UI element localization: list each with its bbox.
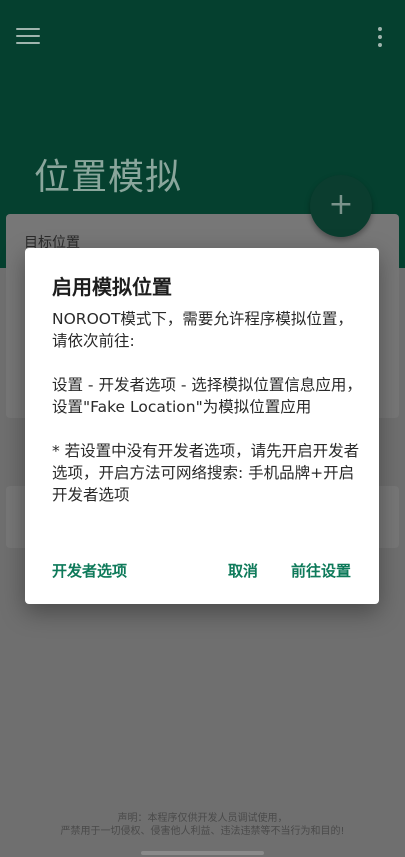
- dialog-actions: 开发者选项 取消 前往设置: [25, 560, 379, 584]
- cancel-button[interactable]: 取消: [228, 560, 258, 581]
- page-title: 位置模拟: [34, 157, 183, 198]
- dialog-message: NOROOT模式下，需要允许程序模拟位置， 请依次前往: 设置 - 开发者选项 …: [52, 310, 362, 504]
- go-to-settings-button[interactable]: 前往设置: [291, 560, 351, 581]
- developer-options-button[interactable]: 开发者选项: [52, 560, 127, 581]
- disclaimer-text: 声明：本程序仅供开发人员调试使用， 严禁用于一切侵权、侵害他人利益、违法违禁等不…: [0, 812, 405, 838]
- disclaimer-line-1: 声明：本程序仅供开发人员调试使用，: [117, 813, 288, 824]
- menu-icon[interactable]: [16, 28, 40, 46]
- home-indicator[interactable]: [141, 851, 264, 855]
- disclaimer-line-2: 严禁用于一切侵权、侵害他人利益、违法违禁等不当行为和目的!: [60, 826, 345, 837]
- enable-mock-location-dialog: 启用模拟位置 NOROOT模式下，需要允许程序模拟位置， 请依次前往: 设置 -…: [25, 248, 379, 604]
- add-fab-button[interactable]: +: [310, 175, 372, 237]
- dialog-title: 启用模拟位置: [52, 275, 172, 299]
- more-vert-icon[interactable]: [378, 27, 386, 49]
